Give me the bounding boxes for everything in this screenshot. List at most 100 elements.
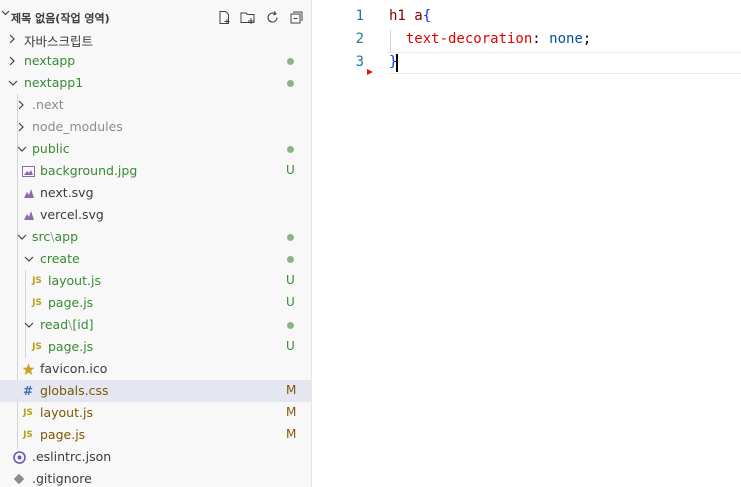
git-status-badge: U bbox=[286, 163, 295, 177]
tree-item-label: create bbox=[40, 251, 80, 266]
line-number: 3 bbox=[355, 54, 364, 70]
workspace-title[interactable]: 제목 없음(작업 영역) bbox=[11, 10, 110, 26]
tree-item-label: globals.css bbox=[40, 383, 109, 398]
tree-item-label: read bbox=[40, 317, 69, 332]
star-icon bbox=[21, 362, 35, 376]
tree-folder-public[interactable]: public bbox=[0, 138, 311, 160]
css-property: text-decoration bbox=[405, 31, 533, 47]
folding-marker-icon bbox=[367, 69, 373, 75]
code-line-2[interactable]: text-decoration: none; bbox=[389, 31, 591, 47]
tree-item-label: page.js bbox=[40, 427, 86, 442]
chevron-down-icon bbox=[17, 143, 27, 155]
tree-item-label: .gitignore bbox=[32, 471, 92, 486]
js-file-icon: JS bbox=[32, 342, 42, 352]
chevron-right-icon bbox=[17, 99, 27, 111]
git-status-badge: U bbox=[286, 295, 295, 309]
git-status-badge: U bbox=[286, 273, 295, 287]
tree-folder-create[interactable]: create bbox=[0, 248, 311, 270]
tree-item-label: layout.js bbox=[40, 405, 93, 420]
tree-folder-src-app[interactable]: src\app bbox=[0, 226, 311, 248]
tree-item-label: background.jpg bbox=[40, 163, 138, 178]
git-status-badge: U bbox=[286, 339, 295, 353]
git-change-dot bbox=[287, 322, 294, 329]
js-file-icon: JS bbox=[32, 276, 42, 286]
tree-item-label: nextapp1 bbox=[24, 75, 84, 90]
line-number: 2 bbox=[355, 31, 364, 47]
tree-item-label: .eslintrc.json bbox=[32, 449, 112, 464]
tree-item-sublabel: app bbox=[54, 229, 78, 244]
tree-folder-node-modules[interactable]: node_modules bbox=[0, 116, 311, 138]
tree-item-label: nextapp bbox=[24, 53, 76, 68]
css-selector: h1 a bbox=[389, 8, 423, 24]
tree-folder-javascript[interactable]: 자바스크립트 bbox=[0, 28, 311, 50]
tree-item-label: page.js bbox=[48, 295, 94, 310]
collapse-all-icon[interactable] bbox=[288, 9, 304, 25]
tree-item-label: vercel.svg bbox=[40, 207, 104, 222]
git-status-badge: M bbox=[286, 427, 297, 441]
explorer-header: 제목 없음(작업 영역) bbox=[0, 6, 311, 28]
tree-item-label: 자바스크립트 bbox=[24, 34, 94, 49]
git-icon bbox=[12, 472, 26, 486]
css-file-icon: # bbox=[22, 384, 34, 398]
tree-file-read-page-js[interactable]: JS page.js U bbox=[0, 336, 311, 358]
code-line-1[interactable]: h1 a{ bbox=[389, 8, 431, 24]
chevron-down-icon bbox=[24, 253, 34, 265]
tree-item-sublabel: [id] bbox=[72, 317, 94, 332]
tree-item-label: layout.js bbox=[48, 273, 101, 288]
image-file-icon bbox=[21, 164, 35, 178]
chevron-down-icon[interactable] bbox=[1, 8, 10, 20]
line-number: 1 bbox=[355, 8, 364, 24]
tree-item-label: next.svg bbox=[40, 185, 94, 200]
tree-file-globals-css[interactable]: # globals.css M bbox=[0, 380, 311, 402]
tree-file-favicon-ico[interactable]: favicon.ico bbox=[0, 358, 311, 380]
tree-file-create-page-js[interactable]: JS page.js U bbox=[0, 292, 311, 314]
code-editor[interactable]: 1 2 3 h1 a{ text-decoration: none; } bbox=[312, 0, 741, 487]
tree-item-label: src bbox=[32, 229, 51, 244]
tree-item-label: page.js bbox=[48, 339, 94, 354]
svg-file-icon bbox=[22, 208, 36, 222]
js-file-icon: JS bbox=[23, 408, 33, 418]
css-value: none bbox=[549, 31, 583, 47]
css-colon: : bbox=[532, 31, 550, 47]
tree-item-label: node_modules bbox=[32, 119, 123, 134]
git-change-dot bbox=[287, 58, 294, 65]
new-folder-icon[interactable] bbox=[240, 9, 256, 25]
svg-file-icon bbox=[22, 186, 36, 200]
tree-folder-next[interactable]: .next bbox=[0, 94, 311, 116]
tree-file-next-svg[interactable]: next.svg bbox=[0, 182, 311, 204]
git-change-dot bbox=[287, 80, 294, 87]
tree-file-vercel-svg[interactable]: vercel.svg bbox=[0, 204, 311, 226]
chevron-right-icon bbox=[8, 33, 18, 45]
git-change-dot bbox=[287, 256, 294, 263]
eslint-icon bbox=[12, 450, 26, 464]
chevron-right-icon bbox=[17, 121, 27, 133]
tree-file-create-layout-js[interactable]: JS layout.js U bbox=[0, 270, 311, 292]
tree-item-label: public bbox=[32, 141, 70, 156]
tree-file-eslintrc[interactable]: .eslintrc.json bbox=[0, 446, 311, 468]
git-status-badge: M bbox=[286, 405, 297, 419]
chevron-down-icon bbox=[8, 77, 18, 89]
js-file-icon: JS bbox=[23, 430, 33, 440]
tree-folder-read-id[interactable]: read\[id] bbox=[0, 314, 311, 336]
explorer-panel: 제목 없음(작업 영역) 자바스크립트 nextapp nextapp1 .ne… bbox=[0, 0, 312, 487]
tree-folder-nextapp[interactable]: nextapp bbox=[0, 50, 311, 72]
tree-file-page-js[interactable]: JS page.js M bbox=[0, 424, 311, 446]
tree-file-gitignore[interactable]: .gitignore bbox=[0, 468, 311, 487]
current-line-highlight bbox=[387, 52, 741, 74]
tree-item-label: .next bbox=[32, 97, 64, 112]
text-cursor bbox=[396, 54, 398, 72]
css-semicolon: ; bbox=[582, 31, 592, 47]
js-file-icon: JS bbox=[32, 298, 42, 308]
refresh-icon[interactable] bbox=[264, 9, 280, 25]
chevron-right-icon bbox=[8, 55, 18, 67]
git-status-badge: M bbox=[286, 383, 297, 397]
chevron-down-icon bbox=[17, 231, 27, 243]
tree-folder-nextapp1[interactable]: nextapp1 bbox=[0, 72, 311, 94]
open-brace: { bbox=[422, 8, 432, 24]
chevron-down-icon bbox=[24, 319, 34, 331]
tree-file-background-jpg[interactable]: background.jpg U bbox=[0, 160, 311, 182]
new-file-icon[interactable] bbox=[216, 9, 232, 25]
tree-item-label: favicon.ico bbox=[40, 361, 108, 376]
git-change-dot bbox=[287, 146, 294, 153]
tree-file-layout-js[interactable]: JS layout.js M bbox=[0, 402, 311, 424]
